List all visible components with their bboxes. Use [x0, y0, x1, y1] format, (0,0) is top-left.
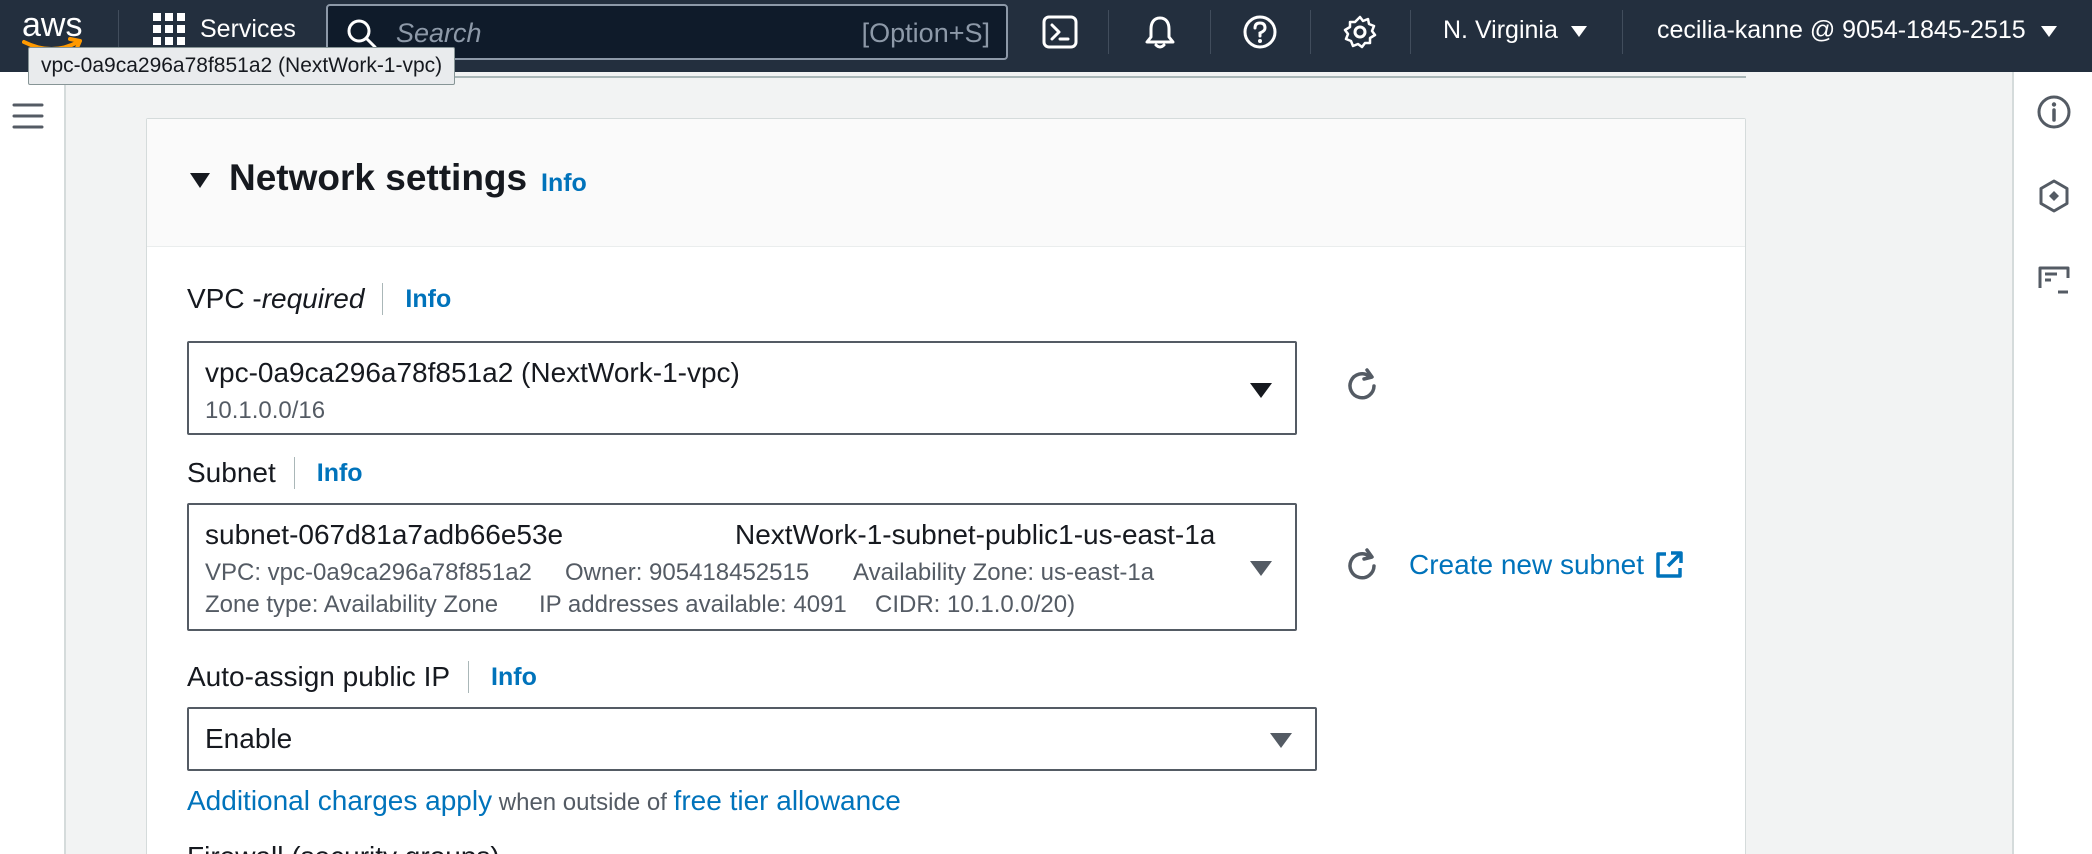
subnet-zone-type: Zone type: Availability Zone	[205, 591, 499, 618]
vpc-field-label: VPC - required Info	[187, 283, 451, 315]
left-rail	[0, 72, 66, 854]
vpc-cidr: 10.1.0.0/16	[205, 397, 326, 424]
vpc-info-link[interactable]: Info	[405, 285, 451, 314]
account-label: cecilia-kanne @ 9054-1845-2515	[1657, 16, 2026, 44]
subnet-id: subnet-067d81a7adb66e53e	[205, 519, 564, 550]
help-icon[interactable]	[1242, 14, 1278, 50]
subnet-vpc: VPC: vpc-0a9ca296a78f851a2	[205, 559, 532, 586]
subnet-field-label: Subnet Info	[187, 457, 363, 489]
vpc-select[interactable]: vpc-0a9ca296a78f851a2 (NextWork-1-vpc) 1…	[187, 341, 1297, 435]
panel-info-link[interactable]: Info	[541, 169, 587, 198]
refresh-vpc-icon[interactable]	[1343, 367, 1381, 405]
collapse-caret-icon[interactable]	[189, 171, 211, 189]
subnet-ip-available: IP addresses available: 4091	[539, 591, 847, 618]
network-settings-panel: Network settings Info VPC - required Inf…	[146, 118, 1746, 854]
region-selector[interactable]: N. Virginia	[1443, 16, 1588, 45]
charges-mid-text: when outside of	[492, 789, 674, 816]
panel-title: Network settings	[229, 157, 528, 198]
services-label: Services	[200, 14, 296, 43]
public-ip-select[interactable]: Enable	[187, 707, 1317, 771]
refresh-subnet-icon[interactable]	[1343, 547, 1381, 585]
gear-icon[interactable]	[1342, 14, 1378, 50]
cloudshell-icon[interactable]	[1042, 14, 1078, 50]
caret-down-icon	[1270, 733, 1292, 748]
nav-divider	[1410, 10, 1411, 54]
nav-divider	[1108, 10, 1109, 54]
caret-down-icon	[1570, 25, 1587, 37]
free-tier-link[interactable]: free tier allowance	[674, 785, 901, 816]
region-label: N. Virginia	[1443, 16, 1558, 44]
firewall-field-label: Firewall (security groups)	[187, 841, 500, 854]
nav-divider	[1210, 10, 1211, 54]
additional-charges-link[interactable]: Additional charges apply	[187, 785, 492, 816]
vpc-label: VPC -	[187, 283, 262, 314]
account-menu[interactable]: cecilia-kanne @ 9054-1845-2515	[1657, 16, 2058, 45]
search-shortcut: [Option+S]	[861, 18, 990, 48]
hamburger-menu-icon[interactable]	[12, 102, 44, 130]
grid-icon	[153, 13, 185, 45]
subnet-availability-zone: Availability Zone: us-east-1a	[853, 559, 1155, 586]
create-new-subnet-label: Create new subnet	[1409, 549, 1645, 580]
vpc-required-label: required	[261, 283, 365, 314]
label-separator	[468, 661, 470, 693]
resources-hexagon-icon[interactable]	[2036, 178, 2072, 214]
vpc-tooltip: vpc-0a9ca296a78f851a2 (NextWork-1-vpc)	[28, 47, 456, 85]
create-new-subnet-link[interactable]: Create new subnet	[1409, 549, 1684, 581]
subnet-info-link[interactable]: Info	[317, 459, 363, 488]
subnet-cidr: CIDR: 10.1.0.0/20)	[875, 591, 1076, 618]
search-icon	[347, 19, 377, 49]
public-ip-label: Auto-assign public IP	[187, 661, 451, 692]
charges-note: Additional charges apply when outside of…	[187, 785, 901, 817]
public-ip-field-label: Auto-assign public IP Info	[187, 661, 537, 693]
label-separator	[293, 457, 295, 489]
public-ip-value: Enable	[205, 723, 293, 754]
search-placeholder: Search	[396, 18, 482, 48]
subnet-name: NextWork-1-subnet-public1-us-east-1a	[735, 519, 1216, 550]
feedback-terminal-icon[interactable]	[2036, 262, 2072, 298]
bell-icon[interactable]	[1142, 14, 1178, 50]
label-separator	[382, 283, 384, 315]
external-link-icon	[1656, 551, 1683, 578]
right-rail	[2012, 72, 2092, 854]
subnet-select[interactable]: subnet-067d81a7adb66e53e NextWork-1-subn…	[187, 503, 1297, 631]
panel-header[interactable]: Network settings Info	[147, 119, 1745, 247]
caret-down-icon	[1250, 383, 1272, 398]
services-menu[interactable]: Services	[152, 12, 296, 46]
info-panel-icon[interactable]	[2036, 94, 2072, 130]
subnet-label: Subnet	[187, 457, 276, 488]
subnet-owner: Owner: 905418452515	[565, 559, 810, 586]
caret-down-icon	[1250, 561, 1272, 576]
public-ip-info-link[interactable]: Info	[491, 663, 537, 692]
caret-down-icon	[2040, 25, 2057, 37]
nav-divider	[1310, 10, 1311, 54]
vpc-selected-value: vpc-0a9ca296a78f851a2 (NextWork-1-vpc)	[205, 357, 740, 388]
nav-divider	[1622, 10, 1623, 54]
